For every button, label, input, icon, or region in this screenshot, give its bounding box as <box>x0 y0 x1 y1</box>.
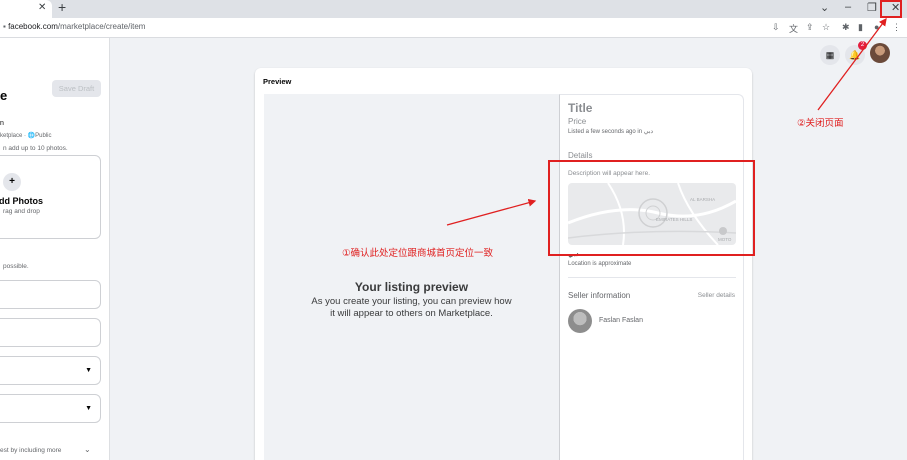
location-highlight-box <box>548 160 755 256</box>
restore-button[interactable]: ❐ <box>867 1 877 14</box>
extensions-icon[interactable]: ✱ <box>842 22 850 33</box>
annotation-confirm-location: ①确认此处定位跟商城首页定位一致 <box>342 248 494 259</box>
account-avatar[interactable] <box>870 43 890 63</box>
address-bar[interactable]: ▪ facebook.com/marketplace/create/item <box>3 22 145 31</box>
browser-toolbar: ▪ facebook.com/marketplace/create/item ⇩… <box>0 18 907 38</box>
category-select[interactable]: ▼ <box>0 356 101 385</box>
listing-price: Price <box>568 117 587 126</box>
install-icon[interactable]: ⇩ <box>772 22 780 33</box>
url-domain: facebook.com <box>8 22 58 31</box>
listing-preview-heading: Your listing preview <box>354 280 469 294</box>
bookmark-star-icon[interactable]: ☆ <box>822 22 830 33</box>
user-name: n <box>0 120 4 127</box>
menu-icon[interactable]: ⋮ <box>892 22 901 33</box>
share-icon[interactable]: ⇪ <box>806 22 814 33</box>
profile-icon[interactable]: ● <box>874 22 879 32</box>
url-path: /marketplace/create/item <box>57 22 146 31</box>
tab-close-icon[interactable]: ✕ <box>38 2 46 13</box>
price-field[interactable] <box>0 318 101 347</box>
condition-select[interactable]: ▼ <box>0 394 101 423</box>
seller-name: Faslan Faslan <box>599 317 643 324</box>
seller-details-link[interactable]: Seller details <box>698 292 735 299</box>
divider <box>568 277 736 278</box>
details-heading: Details <box>568 151 593 160</box>
create-listing-panel: Save Draft e n ketplace · 🌐Public n add … <box>0 38 110 460</box>
chevron-down-icon[interactable]: ⌄ <box>84 445 91 454</box>
listing-preview-area: Your listing preview As you create your … <box>264 94 559 460</box>
translate-icon[interactable]: 文 <box>789 22 798 35</box>
listing-title: Title <box>568 101 593 115</box>
listing-info-panel: Title Price Listed a few seconds ago in … <box>559 94 744 460</box>
new-tab-button[interactable]: + <box>58 0 66 15</box>
seller-avatar <box>568 309 592 333</box>
menu-grid-icon[interactable]: ▦ <box>820 45 840 65</box>
listing-preview-text: As you create your listing, you can prev… <box>311 296 512 319</box>
more-details-label: est by including more <box>0 447 62 454</box>
drag-drop-label: rag and drop <box>3 208 40 215</box>
notification-badge: 2 <box>858 41 867 50</box>
listing-time: Listed a few seconds ago in دبي <box>568 129 654 135</box>
panel-heading: e <box>0 88 8 103</box>
tab-search-icon[interactable]: ⌄ <box>820 1 829 14</box>
save-draft-button[interactable]: Save Draft <box>52 80 101 97</box>
minimize-button[interactable]: – <box>845 1 851 13</box>
preview-card: Preview Your listing preview As you crea… <box>255 68 752 460</box>
annotation-close-page: ②关闭页面 <box>797 118 844 129</box>
audience-label: ketplace · 🌐Public <box>0 133 52 139</box>
side-panel-icon[interactable]: ▮ <box>858 22 863 33</box>
dropdown-caret-icon: ▼ <box>85 367 92 374</box>
close-highlight-box <box>880 0 902 18</box>
active-tab[interactable]: ✕ <box>0 0 52 18</box>
dropdown-caret-icon: ▼ <box>85 405 92 412</box>
tab-strip: ✕ + ⌄ – ❐ ✕ <box>0 0 907 18</box>
info-hint: possible. <box>3 263 29 270</box>
add-photos-label: dd Photos <box>0 196 43 206</box>
add-photos-dropzone[interactable]: + dd Photos rag and drop <box>0 155 101 239</box>
location-approx: Location is approximate <box>568 261 632 267</box>
title-field[interactable] <box>0 280 101 309</box>
seller-info-heading: Seller information <box>568 291 631 300</box>
add-photo-icon: + <box>3 173 21 191</box>
photos-hint: n add up to 10 photos. <box>3 145 68 152</box>
preview-title: Preview <box>263 77 292 86</box>
